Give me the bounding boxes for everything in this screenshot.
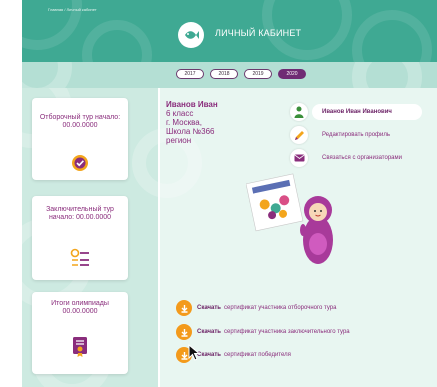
download-icon [176,300,192,316]
stage-card-label: Заключительный тур начало: 00.00.0000 [46,206,114,221]
download-label: сертификат победителя [223,352,291,358]
check-badge-icon [71,154,89,175]
download-link[interactable]: Скачать [197,305,221,311]
stage-card-results[interactable]: Итоги олимпиады 00.00.0000 [32,292,128,374]
year-selector: 2017 2018 2019 2020 [22,62,437,88]
student-school: Школа №366 [166,127,215,136]
download-link[interactable]: Скачать [197,329,221,335]
download-row-final[interactable]: Скачать сертификат участника заключитель… [176,324,350,340]
download-label: сертификат участника отборочного тура [223,305,337,311]
edit-profile-link[interactable]: Редактировать профиль [322,132,390,138]
matryoshka-illustration [245,170,346,275]
student-name: Иванов Иван [166,100,218,109]
stage-card-qualifying[interactable]: Отборочный тур начало: 00.00.0000 [32,98,128,180]
pencil-icon [290,126,308,144]
certificate-icon [71,336,89,361]
menu-item-full-name[interactable]: Иванов Иван Иванович [290,103,392,121]
menu-item-contact[interactable]: Связаться с организаторами [290,149,402,167]
page-header: Главная / Личный кабинет ЛИЧНЫЙ КАБИНЕТ [22,0,437,62]
download-icon [176,324,192,340]
year-tab-2019[interactable]: 2019 [244,69,272,79]
stage-card-label: Итоги олимпиады 00.00.0000 [51,300,109,315]
page-title: ЛИЧНЫЙ КАБИНЕТ [215,28,302,38]
student-grade: 6 класс [166,109,194,118]
download-label: сертификат участника заключительного тур… [223,329,350,335]
user-icon [290,103,308,121]
trophy-list-icon [70,248,90,273]
mouse-cursor-icon [188,343,202,367]
student-region: регион [166,136,192,145]
download-row-qualifying[interactable]: Скачать сертификат участника отборочного… [176,300,336,316]
fish-logo-icon[interactable] [178,22,204,48]
breadcrumb[interactable]: Главная / Личный кабинет [48,7,97,12]
stage-card-final[interactable]: Заключительный тур начало: 00.00.0000 [32,196,128,280]
year-tab-2017[interactable]: 2017 [176,69,204,79]
contact-organizers-link[interactable]: Связаться с организаторами [322,155,402,161]
student-info: Иванов Иван 6 класс г. Москва, Школа №36… [166,100,218,145]
student-city: г. Москва, [166,118,202,127]
menu-item-edit-profile[interactable]: Редактировать профиль [290,126,390,144]
full-name-text: Иванов Иван Иванович [322,109,392,115]
mail-icon [290,149,308,167]
stage-card-label: Отборочный тур начало: 00.00.0000 [39,114,121,129]
year-tab-2018[interactable]: 2018 [210,69,238,79]
year-tab-2020[interactable]: 2020 [278,69,306,79]
